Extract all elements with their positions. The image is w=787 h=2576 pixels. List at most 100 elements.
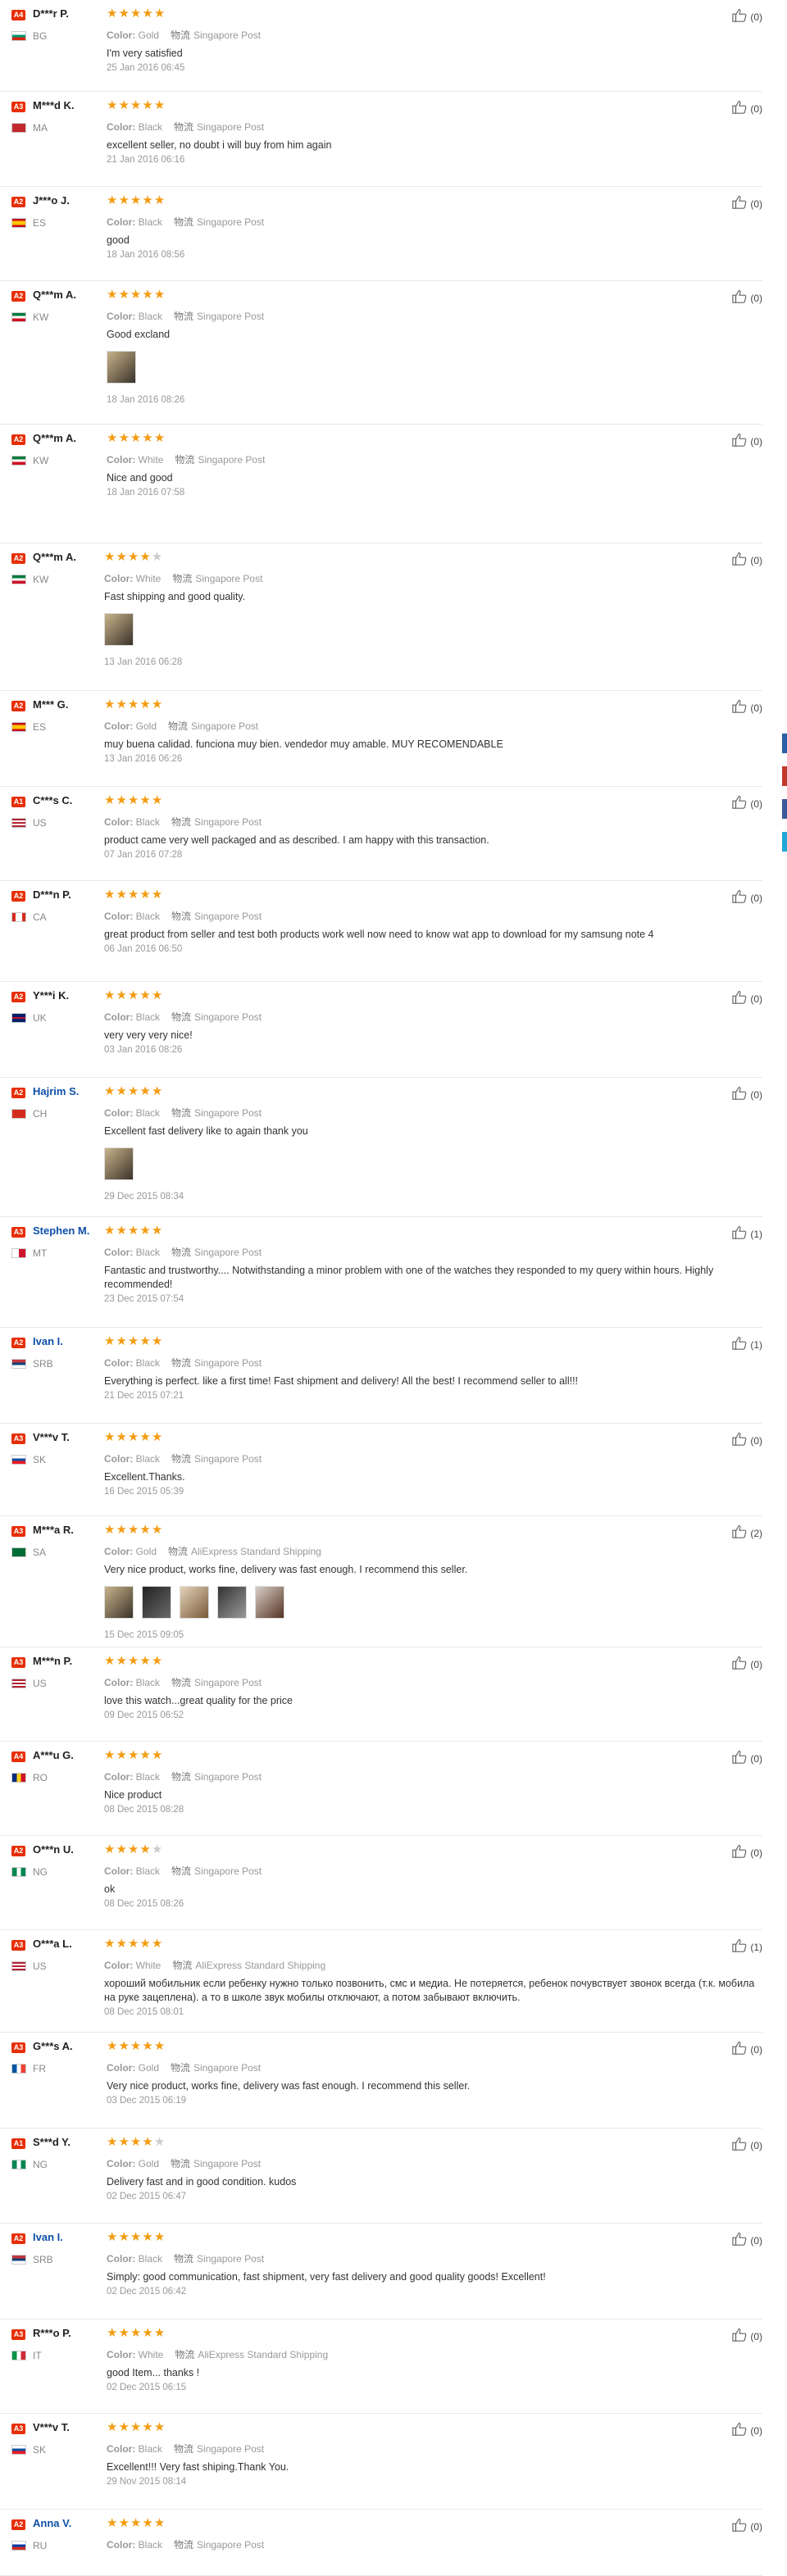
star-icon: ★: [118, 7, 130, 20]
helpful-count: (0): [750, 292, 762, 304]
helpful-button[interactable]: (0): [732, 433, 762, 450]
helpful-button[interactable]: (0): [732, 1432, 762, 1449]
buyer-level-badge: A2: [11, 701, 25, 711]
star-icon: ★: [116, 1654, 128, 1668]
helpful-button[interactable]: (0): [732, 195, 762, 212]
color-label: Color:: [104, 1546, 134, 1557]
helpful-button[interactable]: (0): [732, 2518, 762, 2535]
thumbs-up-icon: [732, 2422, 747, 2439]
helpful-count: (0): [750, 435, 762, 448]
review-photo[interactable]: [104, 613, 134, 646]
helpful-count: (0): [750, 993, 762, 1005]
buyer-name[interactable]: Ivan I.: [33, 2231, 63, 2243]
share-tab[interactable]: [782, 734, 787, 753]
star-icon: ★: [153, 2420, 166, 2434]
review-date: 03 Dec 2015 06:19: [107, 2096, 187, 2106]
star-icon: ★: [118, 288, 130, 302]
review-photo[interactable]: [142, 1586, 171, 1619]
star-icon: ★: [153, 193, 166, 207]
star-icon: ★: [153, 2135, 166, 2149]
review-text: excellent seller, no doubt i will buy fr…: [107, 139, 332, 151]
review-text: Fantastic and trustworthy.... Notwithsta…: [104, 1265, 714, 1290]
review-item: A3 G***s A. FR ★★★★★ Color: Gold 物流 Singapore …: [0, 2033, 762, 2128]
star-icon: ★: [153, 2326, 166, 2340]
buyer-name[interactable]: Anna V.: [33, 2517, 71, 2529]
helpful-count: (0): [750, 1088, 762, 1101]
review-photo[interactable]: [217, 1586, 247, 1619]
share-tab[interactable]: [782, 766, 787, 786]
logistics-icon: 物流: [171, 1771, 192, 1783]
buyer-level-badge: A2: [11, 197, 25, 207]
country-flag-icon: [11, 456, 26, 466]
helpful-button[interactable]: (0): [732, 990, 762, 1007]
star-icon: ★: [127, 1224, 140, 1238]
helpful-button[interactable]: (0): [732, 552, 762, 569]
logistics-icon: 物流: [171, 30, 191, 41]
helpful-button[interactable]: (0): [732, 2137, 762, 2154]
buyer-name: D***n P.: [33, 888, 71, 901]
order-info: Color: Black 物流 Singapore Post: [104, 815, 262, 829]
star-icon: ★: [127, 1523, 140, 1537]
review-item: A2 D***n P. CA ★★★★★ Color: Black 物流 Singapore…: [0, 881, 762, 982]
buyer-name[interactable]: Hajrim S.: [33, 1085, 79, 1097]
buyer-name[interactable]: Stephen M.: [33, 1224, 89, 1237]
star-rating: ★★★★★: [107, 2039, 166, 2054]
buyer-name: Q***m A.: [33, 432, 76, 444]
helpful-count: (0): [750, 11, 762, 23]
helpful-button[interactable]: (0): [732, 100, 762, 117]
thumbs-up-icon: [732, 1844, 747, 1861]
review-photo[interactable]: [107, 351, 136, 384]
helpful-button[interactable]: (0): [732, 2232, 762, 2249]
helpful-button[interactable]: (0): [732, 795, 762, 812]
thumbs-up-icon: [732, 2518, 747, 2535]
helpful-button[interactable]: (2): [732, 1524, 762, 1542]
buyer-level-badge: A1: [11, 2138, 25, 2149]
star-icon: ★: [104, 988, 116, 1002]
color-value: Black: [138, 121, 163, 133]
helpful-button[interactable]: (0): [732, 889, 762, 906]
review-item: A3 M***a R. SA ★★★★★ Color: Gold 物流 AliExpress…: [0, 1516, 762, 1647]
buyer-name: M***d K.: [33, 99, 75, 111]
star-rating: ★★★★★: [107, 193, 166, 208]
shipping-method: Singapore Post: [193, 2158, 262, 2169]
review-text: great product from seller and test both …: [104, 929, 654, 940]
helpful-button[interactable]: (0): [732, 1750, 762, 1767]
star-rating: ★★★★★: [107, 2516, 166, 2531]
buyer-level-badge: A2: [11, 434, 25, 445]
buyer-name[interactable]: Ivan I.: [33, 1335, 63, 1347]
helpful-button[interactable]: (0): [732, 8, 762, 25]
helpful-button[interactable]: (1): [732, 1336, 762, 1353]
buyer-country: KW: [33, 455, 49, 466]
buyer-level-badge: A2: [11, 992, 25, 1002]
color-value: Black: [135, 1107, 161, 1119]
review-item: A4 A***u G. RO ★★★★★ Color: Black 物流 Singapore…: [0, 1742, 762, 1836]
helpful-button[interactable]: (0): [732, 699, 762, 716]
review-photo[interactable]: [255, 1586, 284, 1619]
review-photo[interactable]: [180, 1586, 209, 1619]
helpful-button[interactable]: (1): [732, 1225, 762, 1243]
helpful-button[interactable]: (0): [732, 1656, 762, 1673]
helpful-count: (0): [750, 102, 762, 115]
helpful-button[interactable]: (0): [732, 289, 762, 307]
thumbs-up-icon: [732, 552, 747, 569]
helpful-button[interactable]: (1): [732, 1938, 762, 1956]
helpful-button[interactable]: (0): [732, 1086, 762, 1103]
review-date: 08 Dec 2015 08:28: [104, 1805, 184, 1815]
helpful-button[interactable]: (0): [732, 1844, 762, 1861]
helpful-button[interactable]: (0): [732, 2041, 762, 2058]
star-icon: ★: [139, 793, 152, 807]
helpful-button[interactable]: (0): [732, 2422, 762, 2439]
review-photo[interactable]: [104, 1586, 134, 1619]
review-photo[interactable]: [104, 1147, 134, 1180]
logistics-icon: 物流: [171, 1011, 192, 1023]
buyer-level-badge: A2: [11, 291, 25, 302]
helpful-button[interactable]: (0): [732, 2328, 762, 2345]
star-icon: ★: [127, 1084, 140, 1098]
share-tab[interactable]: [782, 799, 787, 819]
order-info: Color: Black 物流 Singapore Post: [107, 120, 264, 134]
logistics-icon: 物流: [168, 720, 189, 732]
star-icon: ★: [116, 1748, 128, 1762]
buyer-country: US: [33, 1678, 47, 1689]
logistics-icon: 物流: [172, 1960, 193, 1971]
share-tab[interactable]: [782, 832, 787, 852]
